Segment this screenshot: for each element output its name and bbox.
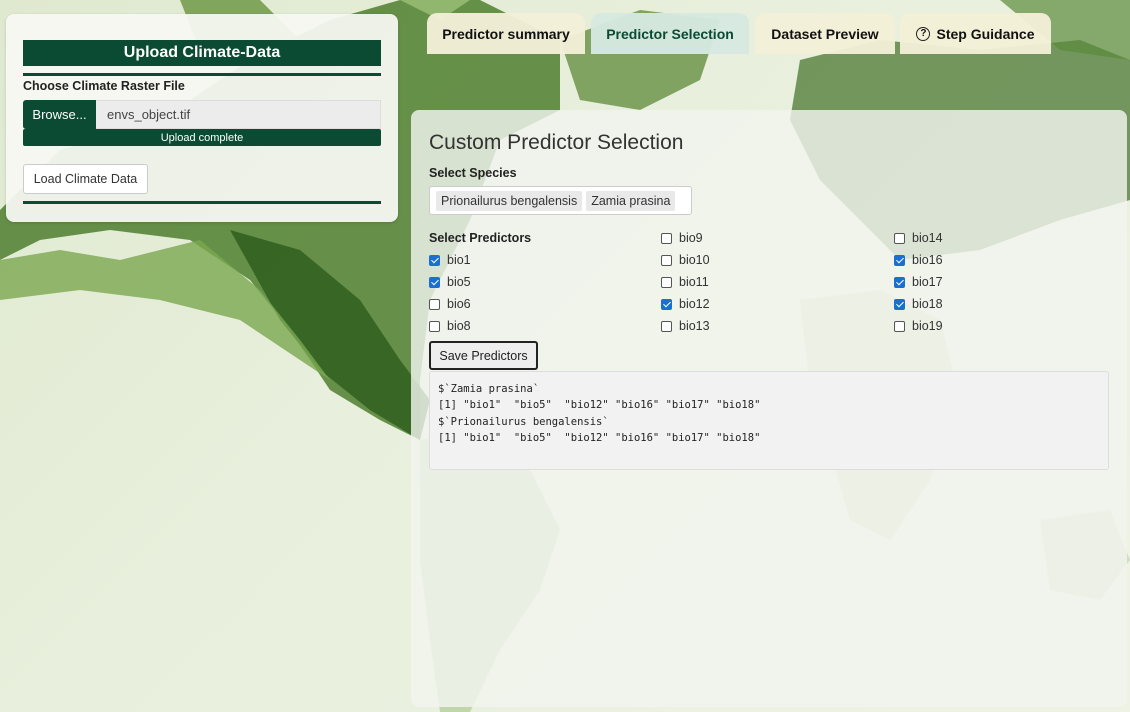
predictor-label: bio5	[447, 275, 471, 289]
output-line: $`Prionailurus bengalensis`	[438, 415, 609, 428]
predictor-checkbox-bio14[interactable]: bio14	[894, 231, 943, 245]
page-title: Custom Predictor Selection	[429, 131, 684, 154]
checkbox[interactable]	[429, 320, 440, 332]
species-chip[interactable]: Zamia prasina	[586, 190, 676, 211]
divider	[23, 73, 381, 76]
predictor-checkbox-bio9[interactable]: bio9	[661, 231, 703, 245]
checkbox[interactable]	[894, 254, 905, 266]
file-input-row: Browse... envs_object.tif	[23, 100, 381, 129]
predictor-checkbox-bio11[interactable]: bio11	[661, 275, 709, 289]
save-predictors-button[interactable]: Save Predictors	[429, 341, 538, 370]
predictor-label: bio1	[447, 253, 471, 267]
predictor-label: bio9	[679, 231, 703, 245]
checkbox[interactable]	[661, 276, 672, 288]
tab-label: Step Guidance	[936, 25, 1035, 42]
tab-dataset-preview[interactable]: Dataset Preview	[755, 13, 895, 54]
output-line: [1] "bio1" "bio5" "bio12" "bio16" "bio17…	[438, 399, 761, 412]
predictor-label: bio6	[447, 297, 471, 311]
checkbox[interactable]	[429, 298, 440, 310]
predictor-label: bio17	[912, 275, 943, 289]
checkbox[interactable]	[661, 298, 672, 310]
browse-button[interactable]: Browse...	[23, 100, 96, 129]
choose-file-label: Choose Climate Raster File	[23, 79, 185, 93]
checkbox[interactable]	[661, 254, 672, 266]
output-line: [1] "bio1" "bio5" "bio12" "bio16" "bio17…	[438, 431, 761, 444]
question-circle-icon: ?	[916, 26, 931, 41]
checkbox[interactable]	[429, 276, 440, 288]
checkbox[interactable]	[894, 232, 905, 244]
predictor-label: bio14	[912, 231, 943, 245]
predictor-label: bio18	[912, 297, 943, 311]
select-species-label: Select Species	[429, 166, 517, 180]
tab-label: Dataset Preview	[771, 25, 879, 42]
tab-label: Predictor Selection	[606, 25, 734, 42]
tab-predictor-selection[interactable]: Predictor Selection	[591, 13, 749, 54]
species-chip[interactable]: Prionailurus bengalensis	[436, 190, 583, 211]
predictor-label: bio13	[679, 319, 710, 333]
predictor-selection-panel: Custom Predictor Selection Select Specie…	[411, 110, 1127, 707]
predictor-checkbox-bio16[interactable]: bio16	[894, 253, 943, 267]
tab-predictor-summary[interactable]: Predictor summary	[427, 13, 585, 54]
divider	[23, 201, 381, 204]
predictor-label: bio19	[912, 319, 943, 333]
load-climate-data-button[interactable]: Load Climate Data	[23, 164, 148, 194]
predictor-label: bio8	[447, 319, 471, 333]
predictor-checkbox-bio5[interactable]: bio5	[429, 275, 471, 289]
tab-label: Predictor summary	[442, 25, 570, 42]
predictor-checkbox-bio10[interactable]: bio10	[661, 253, 710, 267]
upload-panel: Upload Climate-Data Choose Climate Raste…	[6, 14, 398, 222]
checkbox[interactable]	[661, 320, 672, 332]
predictor-label: bio11	[679, 275, 709, 289]
predictor-checkbox-bio1[interactable]: bio1	[429, 253, 471, 267]
predictor-checkbox-bio17[interactable]: bio17	[894, 275, 943, 289]
predictor-checkbox-bio12[interactable]: bio12	[661, 297, 710, 311]
select-predictors-label: Select Predictors	[429, 231, 532, 245]
predictor-label: bio16	[912, 253, 943, 267]
tab-step-guidance[interactable]: ? Step Guidance	[900, 13, 1051, 54]
checkbox[interactable]	[894, 298, 905, 310]
predictor-checkbox-bio6[interactable]: bio6	[429, 297, 471, 311]
upload-progress-bar: Upload complete	[23, 129, 381, 146]
checkbox[interactable]	[429, 254, 440, 266]
predictor-checkbox-bio13[interactable]: bio13	[661, 319, 710, 333]
upload-header: Upload Climate-Data	[23, 40, 381, 66]
checkbox[interactable]	[661, 232, 672, 244]
predictor-checkbox-bio19[interactable]: bio19	[894, 319, 943, 333]
checkbox[interactable]	[894, 276, 905, 288]
predictor-checkbox-bio8[interactable]: bio8	[429, 319, 471, 333]
predictor-output: $`Zamia prasina` [1] "bio1" "bio5" "bio12…	[429, 371, 1109, 470]
checkbox[interactable]	[894, 320, 905, 332]
predictor-label: bio12	[679, 297, 710, 311]
predictor-label: bio10	[679, 253, 710, 267]
output-line: $`Zamia prasina`	[438, 383, 540, 395]
species-multiselect[interactable]: Prionailurus bengalensis Zamia prasina	[429, 186, 692, 215]
file-name-field[interactable]: envs_object.tif	[96, 100, 381, 129]
predictor-checkbox-bio18[interactable]: bio18	[894, 297, 943, 311]
